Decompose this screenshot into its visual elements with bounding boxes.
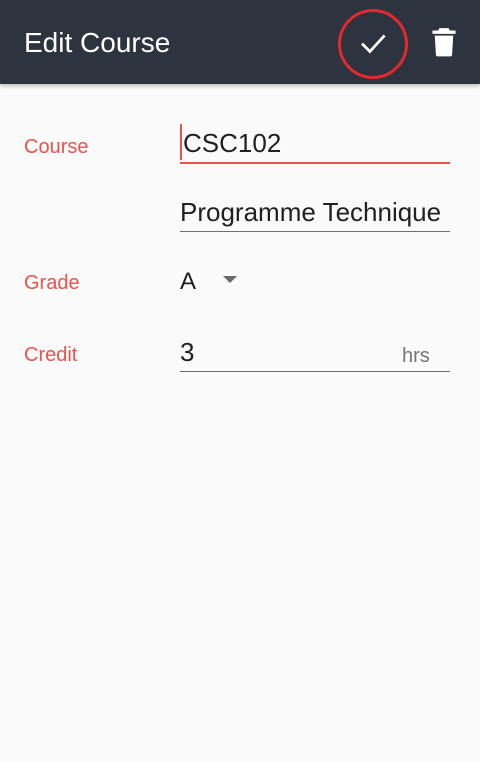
save-button[interactable] [338,9,408,79]
app-bar: Edit Course [0,0,480,84]
credit-label: Credit [24,344,78,366]
trash-icon [432,28,456,57]
delete-button[interactable] [424,22,464,62]
credit-unit-suffix: hrs [402,345,430,367]
dropdown-arrow-icon [223,276,237,283]
credit-input[interactable] [180,334,395,370]
credit-underline [180,371,450,372]
check-icon [361,34,386,54]
text-cursor [180,124,182,160]
course-code-underline [180,162,450,164]
grade-label: Grade [24,272,80,294]
page-title: Edit Course [24,27,171,58]
course-code-input[interactable] [183,125,450,161]
grade-selected-value: A [180,268,197,295]
course-name-input[interactable] [180,194,450,230]
course-name-underline [180,231,450,232]
course-label: Course [24,136,89,158]
